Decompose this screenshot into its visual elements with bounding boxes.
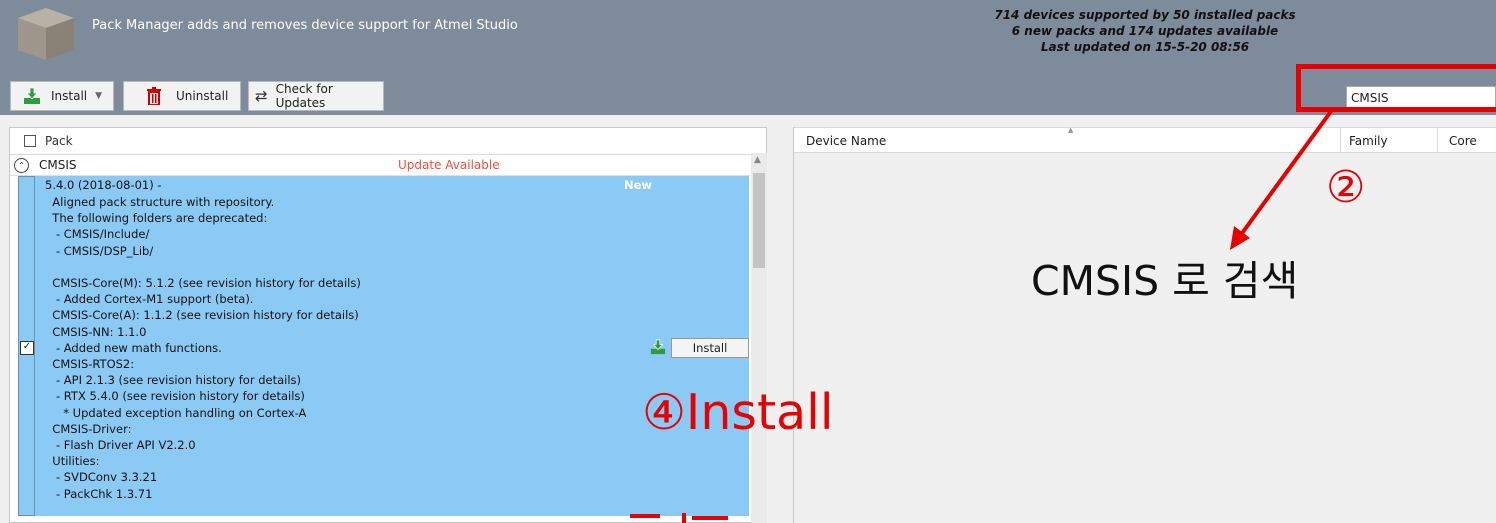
version-description: Aligned pack structure with repository. … [52,195,361,501]
pack-stats: 714 devices supported by 50 installed pa… [910,7,1380,55]
check-updates-label: Check for Updates [275,82,333,110]
stats-updates: 6 new packs and 174 updates available [1011,24,1279,38]
version-checkbox[interactable]: ✓ [20,341,34,355]
swap-arrows-icon: ⇄ [255,87,268,105]
family-column-header[interactable]: Family [1349,134,1388,148]
install-dropdown-button[interactable]: Install ▼ [10,81,114,111]
stats-devices: 714 devices supported by 50 installed pa… [994,8,1296,22]
devices-panel: Device Name ▲ Family Core [793,126,1496,523]
cropped-annotation-fragment [626,512,738,523]
download-icon [23,87,41,105]
version-title: 5.4.0 (2018-08-01) - [45,178,162,192]
packs-scrollbar[interactable]: ▲ [751,153,767,523]
select-all-checkbox[interactable] [24,135,36,147]
new-badge: New [624,178,653,192]
devices-header-row: Device Name ▲ Family Core [794,126,1496,153]
install-instruction-text: ④Install [642,384,834,441]
core-column-header[interactable]: Core [1449,134,1477,148]
pack-group-row[interactable]: ⌃ CMSIS Update Available [10,155,750,176]
collapse-icon[interactable]: ⌃ [14,157,29,173]
pack-group-name: CMSIS [39,158,77,172]
column-divider [1437,128,1438,153]
packs-header-row: Pack [10,128,766,155]
update-available-status: Update Available [398,158,500,172]
scroll-thumb[interactable] [753,173,765,268]
uninstall-button[interactable]: Uninstall [123,81,241,111]
uninstall-label: Uninstall [176,89,229,103]
scroll-up-arrow-icon[interactable]: ▲ [754,155,761,165]
trash-icon [146,87,162,106]
device-name-column-header[interactable]: Device Name [806,134,886,148]
search-instruction-text: CMSIS 로 검색 [1031,257,1299,305]
step-2-marker: ② [1326,162,1366,213]
download-icon [650,339,666,355]
install-label: Install [51,89,88,103]
stats-last-updated: Last updated on 15-5-20 08:56 [1040,40,1250,54]
version-install-button[interactable]: Install [671,338,749,358]
search-highlight-box [1296,64,1496,112]
pack-box-icon [12,4,78,62]
sort-up-icon: ▲ [1068,126,1074,134]
check-updates-button[interactable]: ⇄ Check for Updates [248,81,384,111]
pack-column-header: Pack [45,134,73,148]
chevron-down-icon: ▼ [95,91,103,101]
header-subtitle: Pack Manager adds and removes device sup… [92,18,518,33]
